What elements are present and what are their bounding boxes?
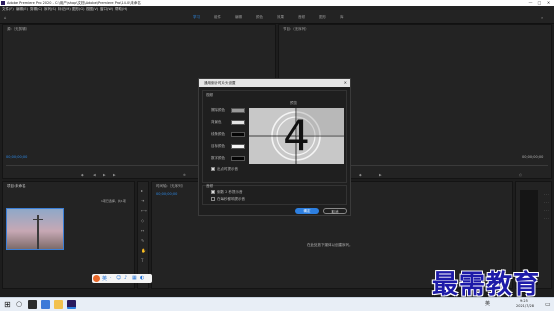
flash-checkbox-label: 出点时提示音	[217, 167, 238, 171]
workspace-bar: ⌂ 学习 组件 编辑 颜色 效果 音频 图形 库 ⌕	[0, 12, 554, 24]
ime-skin-icon[interactable]: ◐	[140, 275, 144, 281]
clip-thumbnail[interactable]	[6, 208, 64, 250]
home-icon[interactable]: ⌂	[4, 15, 7, 20]
workspace-tab-assembly[interactable]: 组件	[214, 15, 221, 20]
tray-ime-indicator[interactable]: 英	[485, 300, 490, 309]
target-color-swatch[interactable]	[231, 144, 245, 149]
close-icon[interactable]: ✕	[344, 79, 347, 87]
wipe-color-swatch[interactable]	[231, 108, 245, 113]
numeral-color-swatch[interactable]	[231, 156, 245, 161]
ime-mode-icon[interactable]: 英	[102, 275, 107, 282]
ok-button[interactable]: 确定	[295, 208, 319, 214]
wipe-color-label: 擦除颜色	[211, 108, 225, 112]
razor-tool-icon[interactable]: ◇	[141, 218, 144, 223]
taskbar-time[interactable]: 9:25	[520, 299, 528, 303]
counting-leader-dialog: 通用倒计时片头设置 ✕ 视频 预览 擦除颜色 背景色 线条颜色 目标颜色 数字颜…	[198, 78, 351, 216]
beep-every-second-checkbox[interactable]	[211, 197, 215, 201]
timeline-panel-tab[interactable]: 时间轴:（无序列）	[156, 184, 185, 189]
selection-tool-icon[interactable]: ▸	[141, 188, 143, 193]
taskbar-date[interactable]: 2021/7/28	[516, 304, 534, 308]
play-icon[interactable]: ▶	[103, 173, 106, 177]
program-timecode-out: 00;00;00;00	[522, 155, 544, 159]
premiere-app-icon	[1, 1, 5, 5]
watermark-text: 最需教育	[432, 270, 541, 300]
ime-toolbar: 英 · ☺ ♪ ▦ ◐	[92, 274, 152, 283]
line-color-swatch[interactable]	[231, 132, 245, 137]
video-section-label: 视频	[206, 93, 213, 97]
tools-panel: ▸ ⇥ ⟷ ◇ ↔ ✎ ✋ T	[137, 181, 149, 289]
beep-every-second-label: 在每秒都响提示音	[217, 197, 245, 201]
premiere-taskbar-icon[interactable]	[67, 300, 76, 309]
step-forward-icon[interactable]: ▶	[113, 173, 116, 177]
task-view-icon[interactable]	[28, 300, 37, 309]
notification-icon[interactable]: ▭	[545, 300, 551, 309]
pole-shape	[37, 215, 39, 249]
timeline-drop-hint: 在此处放下媒体以创建序列。	[307, 243, 353, 247]
ime-emoji-icon[interactable]: ☺	[116, 275, 121, 281]
countdown-numeral: 4	[283, 111, 310, 160]
type-tool-icon[interactable]: T	[141, 258, 143, 263]
timeline-timecode[interactable]: 00;00;00;00	[156, 192, 177, 196]
workspace-tab-learn[interactable]: 学习	[193, 15, 200, 20]
two-second-beep-label: 倒数 2 秒提示音	[217, 190, 243, 194]
two-second-beep-checkbox[interactable]	[211, 190, 215, 194]
project-selection-status: 1项已选择，共1项	[101, 199, 126, 203]
countdown-preview: 4	[249, 108, 344, 164]
file-explorer-icon[interactable]	[54, 300, 63, 309]
search-icon[interactable]: ⌕	[541, 15, 543, 20]
insert-icon[interactable]: ⊕	[183, 173, 186, 177]
mark-in-icon[interactable]: ◆	[81, 173, 84, 177]
program-panel-tab[interactable]: 节目:（无序列）	[283, 27, 309, 32]
source-panel-tab[interactable]: 源:（无剪辑）	[7, 27, 29, 32]
program-play-icon[interactable]: ▶	[379, 173, 382, 177]
windows-start-icon[interactable]: ⊞	[4, 300, 11, 309]
hand-tool-icon[interactable]: ✋	[141, 248, 146, 253]
ime-voice-icon[interactable]: ♪	[124, 275, 127, 281]
workspace-tab-libraries[interactable]: 库	[340, 15, 344, 20]
line-color-label: 线条颜色	[211, 132, 225, 136]
ripple-edit-icon[interactable]: ⟷	[141, 208, 147, 213]
edge-browser-icon[interactable]	[41, 300, 50, 309]
ime-punct-icon[interactable]: ·	[110, 275, 112, 281]
project-panel-tab[interactable]: 项目:未命名	[7, 184, 26, 189]
track-select-icon[interactable]: ⇥	[141, 198, 144, 203]
workspace-tab-editing[interactable]: 编辑	[235, 15, 242, 20]
dialog-title: 通用倒计时片头设置	[204, 81, 236, 85]
background-color-label: 背景色	[211, 120, 222, 124]
numeral-color-label: 数字颜色	[211, 156, 225, 160]
slip-tool-icon[interactable]: ↔	[141, 228, 144, 233]
source-timecode-in[interactable]: 00;00;00;00	[6, 155, 27, 159]
step-back-icon[interactable]: ◀	[93, 173, 96, 177]
workspace-tab-audio[interactable]: 音频	[298, 15, 305, 20]
workspace-tab-graphics[interactable]: 图形	[319, 15, 326, 20]
pen-tool-icon[interactable]: ✎	[141, 238, 144, 243]
dialog-title-bar: 通用倒计时片头设置 ✕	[199, 79, 350, 87]
ime-keyboard-icon[interactable]: ▦	[132, 275, 137, 281]
search-taskbar-icon[interactable]: ○	[16, 300, 22, 309]
pole-crossbar	[33, 219, 43, 220]
workspace-tab-effects[interactable]: 效果	[277, 15, 284, 20]
export-frame-icon[interactable]: ⎙	[519, 173, 522, 177]
preview-label: 预览	[290, 101, 297, 105]
background-color-swatch[interactable]	[231, 120, 245, 125]
audio-group	[202, 185, 347, 205]
workspace-tab-color[interactable]: 颜色	[256, 15, 263, 20]
project-panel: 项目:未命名 1项已选择，共1项	[2, 181, 135, 289]
flash-checkbox[interactable]	[211, 167, 215, 171]
audio-meter-scale: - - - - - - - - - - - -	[544, 192, 550, 220]
cancel-button[interactable]: 取消	[323, 208, 347, 214]
ime-logo-icon[interactable]	[93, 275, 100, 282]
program-mark-in-icon[interactable]: ◆	[359, 173, 362, 177]
target-color-label: 目标颜色	[211, 144, 225, 148]
audio-section-label: 音频	[206, 184, 213, 188]
windows-taskbar: ⊞ ○ 英 9:25 2021/7/28 ▭	[0, 297, 554, 311]
